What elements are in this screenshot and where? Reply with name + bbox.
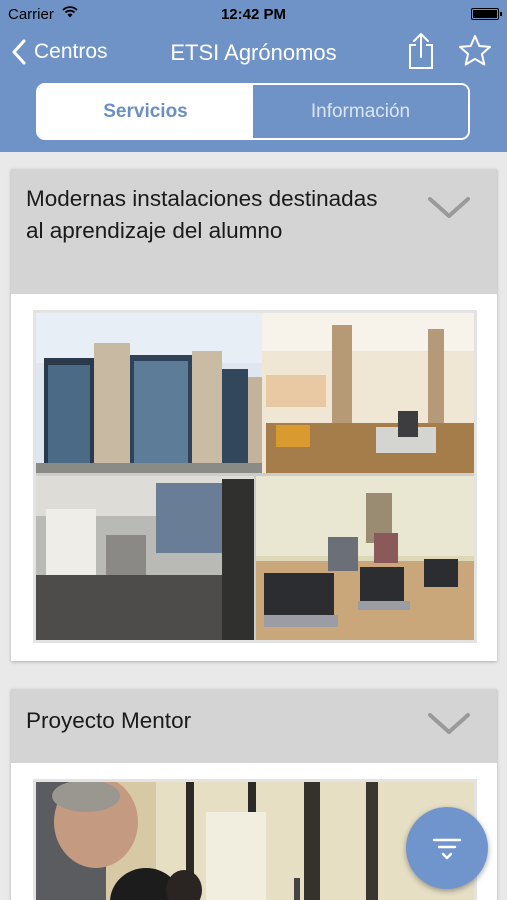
chevron-down-icon[interactable] [427, 195, 471, 221]
chevron-left-icon [12, 39, 26, 65]
card-header[interactable]: Modernas instalaciones destinadas al apr… [11, 169, 497, 294]
card-title: Modernas instalaciones destinadas al apr… [26, 186, 378, 243]
share-icon[interactable] [406, 32, 436, 70]
card-header[interactable]: Proyecto Mentor [11, 689, 497, 763]
service-card: Modernas instalaciones destinadas al apr… [11, 169, 497, 661]
clock: 12:42 PM [220, 6, 287, 23]
segmented-control: Servicios Información [36, 83, 470, 140]
navigation-bar: Centros ETSI Agrónomos [0, 28, 507, 76]
photo-collage-facilities [36, 313, 474, 640]
chevron-down-icon[interactable] [427, 711, 471, 737]
filter-icon [432, 838, 462, 860]
back-button-label: Centros [34, 40, 108, 63]
star-icon[interactable] [458, 34, 492, 68]
facilities-photo [33, 310, 477, 643]
filter-button[interactable] [406, 807, 488, 889]
content-scroll[interactable]: Modernas instalaciones destinadas al apr… [0, 152, 507, 900]
battery-icon [471, 8, 502, 20]
card-title: Proyecto Mentor [26, 708, 192, 733]
back-button[interactable]: Centros [12, 36, 108, 68]
app-header: Carrier 12:42 PM Centros ETSI Agrónomos … [0, 0, 507, 152]
status-bar: Carrier 12:42 PM [0, 0, 507, 28]
tab-servicios[interactable]: Servicios [38, 85, 253, 138]
tab-informacion[interactable]: Información [253, 85, 468, 138]
